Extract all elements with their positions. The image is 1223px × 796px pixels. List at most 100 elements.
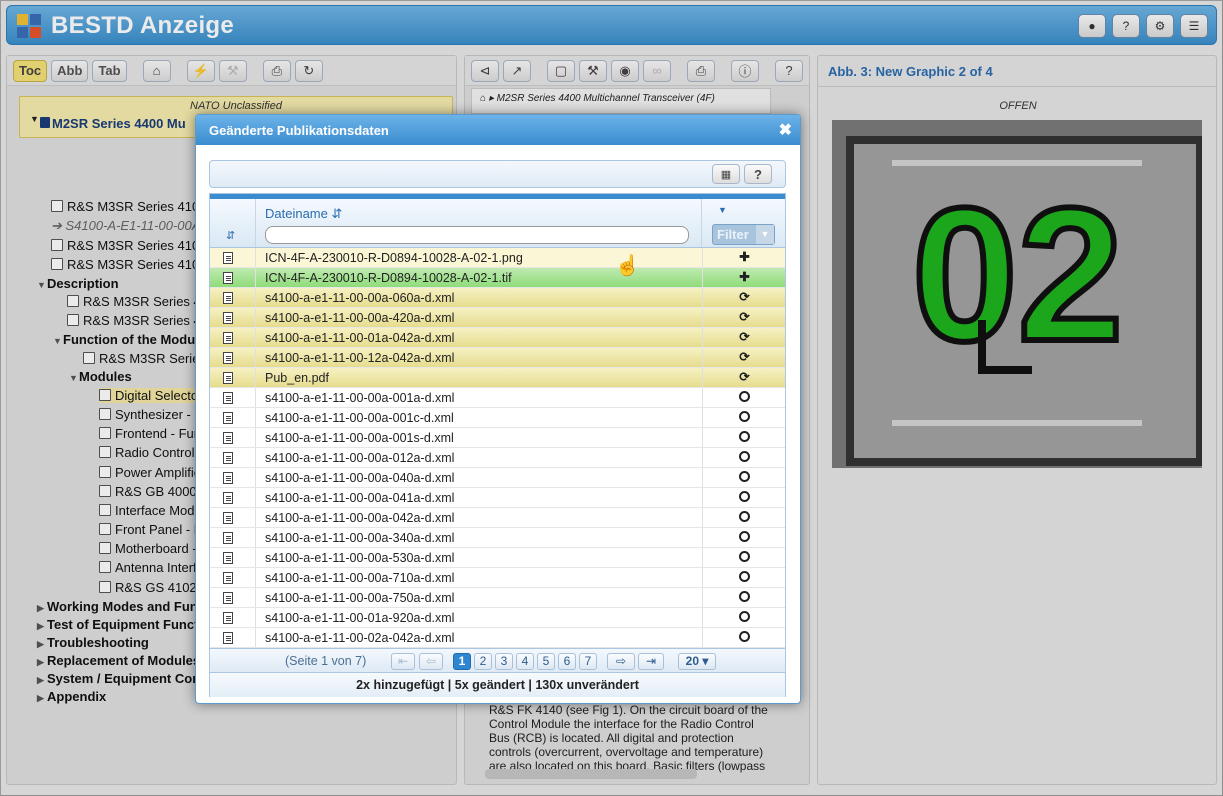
page-button[interactable]: 7 xyxy=(579,653,597,670)
unchanged-icon xyxy=(739,471,750,482)
unchanged-icon xyxy=(739,411,750,422)
hand-cursor-icon: ☝ xyxy=(615,255,640,277)
unchanged-icon xyxy=(739,491,750,502)
table-row[interactable]: s4100-a-e1-11-00-00a-530a-d.xml xyxy=(210,548,785,568)
grid-header: ⇵ Dateiname ⇵ ▼ Filter ▼ xyxy=(210,194,785,248)
next-page-button[interactable]: ⇨ xyxy=(607,653,635,670)
table-row[interactable]: s4100-a-e1-11-00-00a-340a-d.xml xyxy=(210,528,785,548)
table-row[interactable]: s4100-a-e1-11-00-01a-920a-d.xml xyxy=(210,608,785,628)
table-row[interactable]: s4100-a-e1-11-00-00a-001c-d.xml xyxy=(210,408,785,428)
table-row[interactable]: s4100-a-e1-11-00-00a-042a-d.xml xyxy=(210,508,785,528)
file-icon xyxy=(223,272,233,284)
file-icon xyxy=(223,292,233,304)
chevron-down-icon[interactable]: ▼ xyxy=(718,205,727,215)
app-window: BESTD Anzeige ● ? ⚙ ☰ Toc Abb Tab ⌂ ⚡ ⚒ … xyxy=(0,0,1223,796)
table-row[interactable]: ICN-4F-A-230010-R-D0894-10028-A-02-1.tif… xyxy=(210,268,785,288)
refresh-icon: ⟳ xyxy=(739,310,750,324)
file-name: s4100-a-e1-11-00-01a-042a-d.xml xyxy=(265,331,455,345)
file-name: s4100-a-e1-11-00-00a-042a-d.xml xyxy=(265,511,455,525)
file-icon xyxy=(223,532,233,544)
table-row[interactable]: s4100-a-e1-11-00-02a-042a-d.xml xyxy=(210,628,785,648)
refresh-icon: ⟳ xyxy=(739,290,750,304)
table-row[interactable]: s4100-a-e1-11-00-00a-041a-d.xml xyxy=(210,488,785,508)
file-icon xyxy=(223,332,233,344)
dialog-titlebar: Geänderte Publikationsdaten ✖ xyxy=(196,115,800,145)
unchanged-icon xyxy=(739,631,750,642)
table-row[interactable]: s4100-a-e1-11-00-00a-012a-d.xml xyxy=(210,448,785,468)
file-icon xyxy=(223,352,233,364)
changed-publication-dialog: Geänderte Publikationsdaten ✖ ▦ ? ⇵ Date… xyxy=(195,114,801,704)
dialog-help-button[interactable]: ? xyxy=(744,164,772,184)
file-icon xyxy=(223,592,233,604)
filter-select[interactable]: Filter ▼ xyxy=(712,224,775,245)
page-button[interactable]: 1 xyxy=(453,653,471,670)
file-icon xyxy=(223,312,233,324)
summary-bar: 2x hinzugefügt | 5x geändert | 130x unve… xyxy=(210,672,785,697)
file-name: ICN-4F-A-230010-R-D0894-10028-A-02-1.png xyxy=(265,251,523,265)
page-button[interactable]: 6 xyxy=(558,653,576,670)
table-row[interactable]: s4100-a-e1-11-00-00a-750a-d.xml xyxy=(210,588,785,608)
file-icon xyxy=(223,632,233,644)
file-name: s4100-a-e1-11-00-00a-750a-d.xml xyxy=(265,591,455,605)
table-row[interactable]: ICN-4F-A-230010-R-D0894-10028-A-02-1.png… xyxy=(210,248,785,268)
file-name: s4100-a-e1-11-00-00a-001s-d.xml xyxy=(265,431,454,445)
table-row[interactable]: s4100-a-e1-11-00-12a-042a-d.xml ⟳ xyxy=(210,348,785,368)
prev-page-button[interactable]: ⇦ xyxy=(419,653,443,670)
table-row[interactable]: s4100-a-e1-11-00-00a-710a-d.xml xyxy=(210,568,785,588)
file-name: ICN-4F-A-230010-R-D0894-10028-A-02-1.tif xyxy=(265,271,512,285)
excel-icon: ▦ xyxy=(720,168,732,181)
file-icon xyxy=(223,512,233,524)
page-button[interactable]: 5 xyxy=(537,653,555,670)
file-icon xyxy=(223,492,233,504)
export-excel-button[interactable]: ▦ xyxy=(712,164,740,184)
file-name: s4100-a-e1-11-00-00a-710a-d.xml xyxy=(265,571,455,585)
table-row[interactable]: s4100-a-e1-11-00-00a-040a-d.xml xyxy=(210,468,785,488)
chevron-down-icon: ▼ xyxy=(756,225,774,244)
file-name: s4100-a-e1-11-00-00a-420a-d.xml xyxy=(265,311,455,325)
refresh-icon: ⟳ xyxy=(739,330,750,344)
pager: (Seite 1 von 7) ⇤ ⇦ 1234567 ⇨ ⇥ 20 ▾ xyxy=(210,648,785,672)
plus-icon: ✚ xyxy=(739,270,750,284)
refresh-icon: ⟳ xyxy=(739,370,750,384)
file-name: Pub_en.pdf xyxy=(265,371,329,385)
refresh-icon: ⟳ xyxy=(739,350,750,364)
table-row[interactable]: s4100-a-e1-11-00-00a-060a-d.xml ⟳ xyxy=(210,288,785,308)
file-icon xyxy=(223,612,233,624)
page-button[interactable]: 3 xyxy=(495,653,513,670)
page-button[interactable]: 4 xyxy=(516,653,534,670)
filename-filter-input[interactable] xyxy=(265,226,689,244)
file-name: s4100-a-e1-11-00-01a-920a-d.xml xyxy=(265,611,455,625)
file-name: s4100-a-e1-11-00-00a-001a-d.xml xyxy=(265,391,455,405)
sort-icon[interactable]: ⇵ xyxy=(226,229,235,242)
table-row[interactable]: s4100-a-e1-11-00-00a-001s-d.xml xyxy=(210,428,785,448)
file-icon xyxy=(223,412,233,424)
file-icon xyxy=(223,372,233,384)
page-button[interactable]: 2 xyxy=(474,653,492,670)
file-icon xyxy=(223,572,233,584)
file-grid: ⇵ Dateiname ⇵ ▼ Filter ▼ ICN-4F-A-230010-… xyxy=(209,193,786,697)
unchanged-icon xyxy=(739,431,750,442)
file-icon xyxy=(223,552,233,564)
dialog-title: Geänderte Publikationsdaten xyxy=(209,123,389,138)
sort-icon: ⇵ xyxy=(331,206,343,221)
plus-icon: ✚ xyxy=(739,250,750,264)
unchanged-icon xyxy=(739,511,750,522)
close-icon[interactable]: ✖ xyxy=(779,120,792,140)
file-icon xyxy=(223,472,233,484)
page-size-select[interactable]: 20 ▾ xyxy=(678,653,716,670)
file-name: s4100-a-e1-11-00-12a-042a-d.xml xyxy=(265,351,455,365)
unchanged-icon xyxy=(739,451,750,462)
column-header-filename[interactable]: Dateiname ⇵ xyxy=(265,206,342,222)
file-icon xyxy=(223,252,233,264)
file-name: s4100-a-e1-11-00-00a-340a-d.xml xyxy=(265,531,455,545)
dialog-toolbar: ▦ ? xyxy=(209,160,786,188)
file-name: s4100-a-e1-11-00-00a-060a-d.xml xyxy=(265,291,455,305)
table-row[interactable]: Pub_en.pdf ⟳ xyxy=(210,368,785,388)
file-icon xyxy=(223,432,233,444)
first-page-button[interactable]: ⇤ xyxy=(391,653,415,670)
table-row[interactable]: s4100-a-e1-11-00-00a-420a-d.xml ⟳ xyxy=(210,308,785,328)
table-row[interactable]: s4100-a-e1-11-00-01a-042a-d.xml ⟳ xyxy=(210,328,785,348)
page-info: (Seite 1 von 7) xyxy=(285,654,367,668)
table-row[interactable]: s4100-a-e1-11-00-00a-001a-d.xml xyxy=(210,388,785,408)
last-page-button[interactable]: ⇥ xyxy=(638,653,664,670)
